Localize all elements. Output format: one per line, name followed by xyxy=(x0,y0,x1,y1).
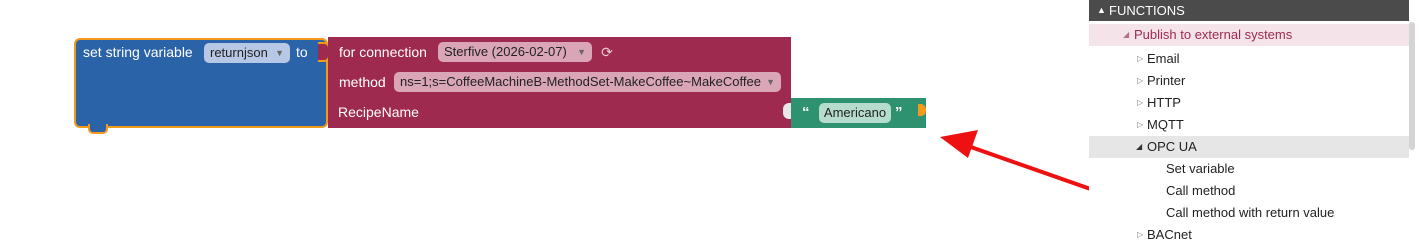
palette-header-functions[interactable]: ▲ FUNCTIONS xyxy=(1089,0,1409,21)
palette-scroll-thumb[interactable] xyxy=(1409,22,1415,150)
arrow-head xyxy=(940,130,978,158)
tree-item-label: Call method xyxy=(1166,183,1236,198)
triangle-right-icon: ▷ xyxy=(1137,230,1144,239)
tree-item-mqtt[interactable]: ▷ MQTT xyxy=(1089,114,1409,136)
tree-item-label: Printer xyxy=(1147,73,1186,88)
tree-item-opc-ua[interactable]: ◢ OPC UA xyxy=(1089,136,1409,158)
tree-item-label: Email xyxy=(1147,51,1180,66)
tree-item-printer[interactable]: ▷ Printer xyxy=(1089,70,1409,92)
tree-item-label: OPC UA xyxy=(1147,139,1197,154)
triangle-right-icon: ▷ xyxy=(1137,98,1144,107)
triangle-right-icon: ▷ xyxy=(1137,120,1144,129)
tree-item-bacnet[interactable]: ▷ BACnet xyxy=(1089,224,1409,246)
triangle-right-icon: ▷ xyxy=(1137,54,1144,63)
palette-header-label: FUNCTIONS xyxy=(1109,3,1185,18)
tree-item-call-method-return[interactable]: Call method with return value xyxy=(1089,202,1409,224)
triangle-down-icon: ◢ xyxy=(1136,142,1143,151)
tree-item-label: Set variable xyxy=(1166,161,1235,176)
tree-item-http[interactable]: ▷ HTTP xyxy=(1089,92,1409,114)
tree-item-label: HTTP xyxy=(1147,95,1181,110)
tree-item-label: BACnet xyxy=(1147,227,1192,242)
tree-item-call-method[interactable]: Call method xyxy=(1089,180,1409,202)
tree-item-email[interactable]: ▷ Email xyxy=(1089,48,1409,70)
tree-item-label: Call method with return value xyxy=(1166,205,1335,220)
tree-item-label: Publish to external systems xyxy=(1134,27,1293,42)
triangle-right-icon: ▷ xyxy=(1137,76,1144,85)
tree-item-publish[interactable]: ◢ Publish to external systems xyxy=(1089,24,1409,46)
triangle-down-icon: ▲ xyxy=(1097,5,1106,15)
tree-item-set-variable[interactable]: Set variable xyxy=(1089,158,1409,180)
triangle-down-icon: ◢ xyxy=(1123,30,1130,39)
tree-item-label: MQTT xyxy=(1147,117,1184,132)
